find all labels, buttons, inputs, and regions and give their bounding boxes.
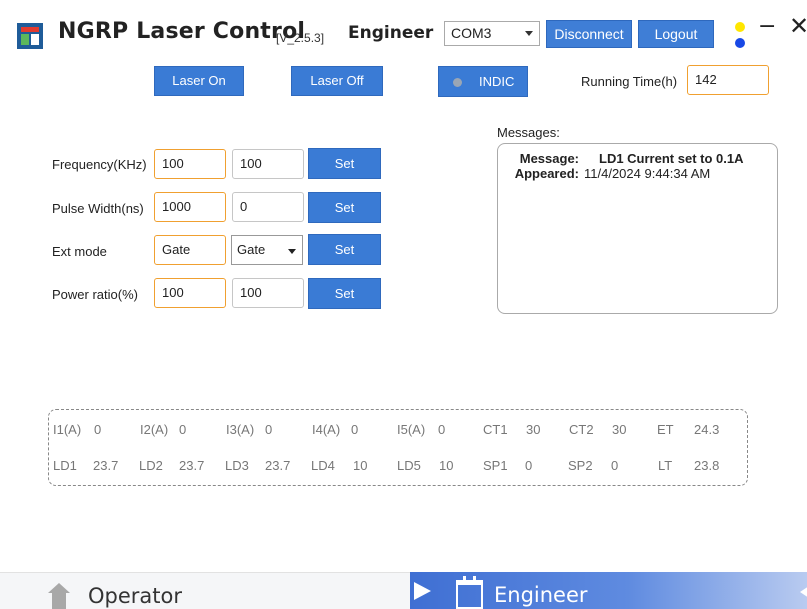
frequency-label: Frequency(KHz) [52, 157, 147, 172]
ld4-value: 10 [353, 458, 368, 473]
tab-operator-label: Operator [88, 584, 182, 608]
ct1-value: 30 [526, 422, 541, 437]
chevron-right-icon [414, 582, 431, 600]
ct2-value: 30 [612, 422, 627, 437]
messages-panel[interactable]: Message: LD1 Current set to 0.1A Appeare… [497, 143, 778, 314]
laser-on-button[interactable]: Laser On [154, 66, 244, 96]
ld3-label: LD3 [225, 458, 249, 473]
sp2-value: 0 [611, 458, 619, 473]
power-ratio-set-button[interactable]: Set [308, 278, 381, 309]
ext-mode-value: Gate [154, 235, 226, 265]
minimize-button[interactable]: − [758, 14, 776, 39]
house-icon [48, 583, 70, 609]
app-logo-icon [17, 23, 43, 49]
tab-operator[interactable]: Operator [0, 572, 410, 609]
message-key: Message: [519, 151, 579, 166]
pulse-width-readback: 0 [232, 192, 304, 222]
power-ratio-readback: 100 [232, 278, 304, 308]
laser-off-button[interactable]: Laser Off [291, 66, 383, 96]
i4-value: 0 [351, 422, 359, 437]
i5-value: 0 [438, 422, 446, 437]
ld2-label: LD2 [139, 458, 163, 473]
ld1-label: LD1 [53, 458, 77, 473]
message-text: LD1 Current set to 0.1A [599, 151, 744, 166]
i2-label: I2(A) [140, 422, 169, 437]
ext-mode-label: Ext mode [52, 244, 107, 259]
title-bar: NGRP Laser Control [V_2.5.3] Engineer CO… [0, 0, 807, 62]
ld5-label: LD5 [397, 458, 421, 473]
indic-label: INDIC [479, 74, 515, 89]
appeared-time: 11/4/2024 9:44:34 AM [584, 166, 711, 181]
indic-button[interactable]: INDIC [438, 66, 528, 97]
frequency-readback: 100 [232, 149, 304, 179]
et-label: ET [657, 422, 674, 437]
i3-label: I3(A) [226, 422, 255, 437]
frequency-set-button[interactable]: Set [308, 148, 381, 179]
logout-button[interactable]: Logout [638, 20, 714, 48]
app-version: [V_2.5.3] [276, 31, 325, 45]
ld1-value: 23.7 [93, 458, 119, 473]
bottom-nav: Operator Engineer [0, 572, 807, 609]
app-title: NGRP Laser Control [58, 19, 306, 44]
sp2-label: SP2 [568, 458, 593, 473]
ct1-label: CT1 [483, 422, 508, 437]
running-time-label: Running Time(h) [581, 74, 678, 89]
sp1-value: 0 [525, 458, 533, 473]
calendar-icon [456, 576, 483, 609]
i1-label: I1(A) [53, 422, 82, 437]
tab-engineer-label: Engineer [494, 583, 588, 607]
chevron-down-icon [525, 31, 533, 36]
main-panel: Laser On Laser Off INDIC Running Time(h)… [0, 62, 807, 572]
close-button[interactable]: ✕ [789, 12, 807, 40]
ext-mode-select[interactable]: Gate [231, 235, 303, 265]
ld3-value: 23.7 [265, 458, 291, 473]
ld4-label: LD4 [311, 458, 335, 473]
i3-value: 0 [265, 422, 273, 437]
power-ratio-label: Power ratio(%) [52, 287, 138, 302]
appeared-key: Appeared: [514, 166, 579, 181]
frequency-input[interactable]: 100 [154, 149, 226, 179]
indicator-led-icon [453, 78, 462, 87]
sp1-label: SP1 [483, 458, 508, 473]
ld5-value: 10 [439, 458, 454, 473]
i1-value: 0 [94, 422, 102, 437]
ct2-label: CT2 [569, 422, 594, 437]
tab-engineer[interactable]: Engineer [410, 572, 807, 609]
power-ratio-input[interactable]: 100 [154, 278, 226, 308]
chevron-down-icon [288, 249, 296, 254]
status-readout-panel: I1(A) 0 I2(A) 0 I3(A) 0 I4(A) 0 I5(A) 0 … [48, 409, 748, 486]
chevron-left-icon [800, 586, 807, 598]
ext-mode-select-value: Gate [237, 242, 266, 257]
lt-value: 23.8 [694, 458, 720, 473]
et-value: 24.3 [694, 422, 720, 437]
ext-mode-set-button[interactable]: Set [308, 234, 381, 265]
i5-label: I5(A) [397, 422, 426, 437]
status-dot-blue-icon [735, 38, 745, 48]
status-dot-yellow-icon [735, 22, 745, 32]
messages-label: Messages: [497, 125, 560, 140]
running-time-field[interactable]: 142 [687, 65, 769, 95]
disconnect-button[interactable]: Disconnect [546, 20, 632, 48]
i2-value: 0 [179, 422, 187, 437]
lt-label: LT [658, 458, 673, 473]
ld2-value: 23.7 [179, 458, 205, 473]
pulse-width-input[interactable]: 1000 [154, 192, 226, 222]
pulse-width-label: Pulse Width(ns) [52, 201, 144, 216]
i4-label: I4(A) [312, 422, 341, 437]
com-port-value: COM3 [451, 25, 492, 41]
pulse-width-set-button[interactable]: Set [308, 192, 381, 223]
role-label: Engineer [348, 23, 434, 43]
com-port-select[interactable]: COM3 [444, 21, 540, 46]
